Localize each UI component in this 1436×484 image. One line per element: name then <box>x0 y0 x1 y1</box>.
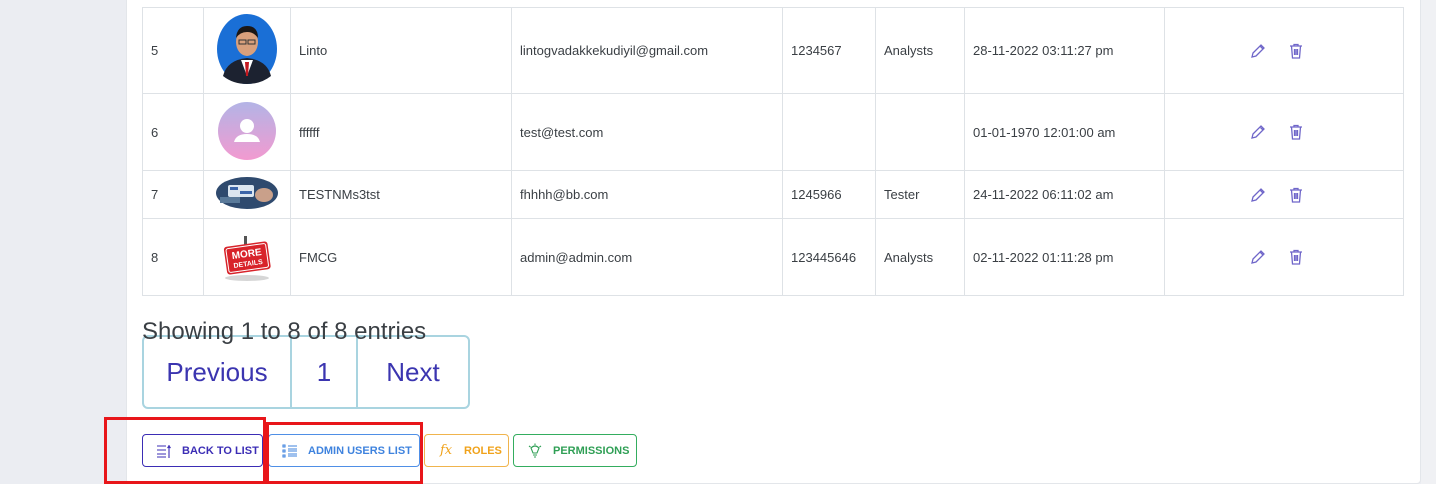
user-role: Analysts <box>875 218 965 296</box>
trash-icon[interactable] <box>1287 123 1305 141</box>
user-name: ffffff <box>290 93 512 171</box>
row-number: 5 <box>142 7 204 94</box>
table-row: 8 MORE DETAILS FMCG admin@admin.com 1234… <box>142 218 1404 296</box>
pagination: Previous 1 Next <box>142 335 470 409</box>
thumbnail-image-icon <box>216 177 278 212</box>
pagination-previous[interactable]: Previous <box>144 337 292 407</box>
pencil-icon[interactable] <box>1249 186 1267 204</box>
trash-icon[interactable] <box>1287 186 1305 204</box>
user-name: Linto <box>290 7 512 94</box>
roles-label: ROLES <box>464 444 502 457</box>
user-phone <box>782 93 876 171</box>
users-table: 5 Linto lintogvadakkekudiyil@gmail.com 1… <box>142 7 1404 296</box>
user-date: 02-11-2022 01:11:28 pm <box>964 218 1165 296</box>
page-right-edge <box>1421 0 1436 484</box>
user-role: Tester <box>875 170 965 219</box>
user-date: 28-11-2022 03:11:27 pm <box>964 7 1165 94</box>
pencil-icon[interactable] <box>1249 42 1267 60</box>
user-name: FMCG <box>290 218 512 296</box>
row-number: 6 <box>142 93 204 171</box>
user-date: 01-01-1970 12:01:00 am <box>964 93 1165 171</box>
row-number: 7 <box>142 170 204 219</box>
user-email: test@test.com <box>511 93 783 171</box>
table-row: 5 Linto lintogvadakkekudiyil@gmail.com 1… <box>142 7 1404 94</box>
default-avatar-icon <box>218 101 276 163</box>
user-role <box>875 93 965 171</box>
pagination-page-1[interactable]: 1 <box>292 337 358 407</box>
list-icon <box>156 443 172 459</box>
user-email: fhhhh@bb.com <box>511 170 783 219</box>
user-phone: 1234567 <box>782 7 876 94</box>
user-email: lintogvadakkekudiyil@gmail.com <box>511 7 783 94</box>
roles-button[interactable]: fx ROLES <box>424 434 509 467</box>
user-role: Analysts <box>875 7 965 94</box>
admin-users-list-button[interactable]: ADMIN USERS LIST <box>268 434 420 467</box>
trash-icon[interactable] <box>1287 42 1305 60</box>
pagination-next[interactable]: Next <box>358 337 468 407</box>
bullet-list-icon <box>282 443 298 459</box>
table-row: 6 ffffff test@test.com 01-01-1970 12:01:… <box>142 93 1404 171</box>
user-phone: 123445646 <box>782 218 876 296</box>
table-row: 7 TESTNMs3tst fhhhh@bb.com 1245966 Teste… <box>142 170 1404 219</box>
user-date: 24-11-2022 06:11:02 am <box>964 170 1165 219</box>
admin-users-list-label: ADMIN USERS LIST <box>308 444 412 457</box>
row-number: 8 <box>142 218 204 296</box>
function-icon: fx <box>440 442 453 458</box>
back-to-list-button[interactable]: BACK TO LIST <box>142 434 263 467</box>
back-to-list-label: BACK TO LIST <box>182 444 259 457</box>
permissions-label: PERMISSIONS <box>553 444 630 457</box>
photo-man-icon <box>217 14 277 87</box>
pencil-icon[interactable] <box>1249 248 1267 266</box>
bulb-icon <box>527 443 543 459</box>
more-details-sign-icon: MORE DETAILS <box>219 230 275 285</box>
pencil-icon[interactable] <box>1249 123 1267 141</box>
user-name: TESTNMs3tst <box>290 170 512 219</box>
user-phone: 1245966 <box>782 170 876 219</box>
trash-icon[interactable] <box>1287 248 1305 266</box>
user-email: admin@admin.com <box>511 218 783 296</box>
table-info: Showing 1 to 8 of 8 entries <box>142 318 427 345</box>
permissions-button[interactable]: PERMISSIONS <box>513 434 637 467</box>
